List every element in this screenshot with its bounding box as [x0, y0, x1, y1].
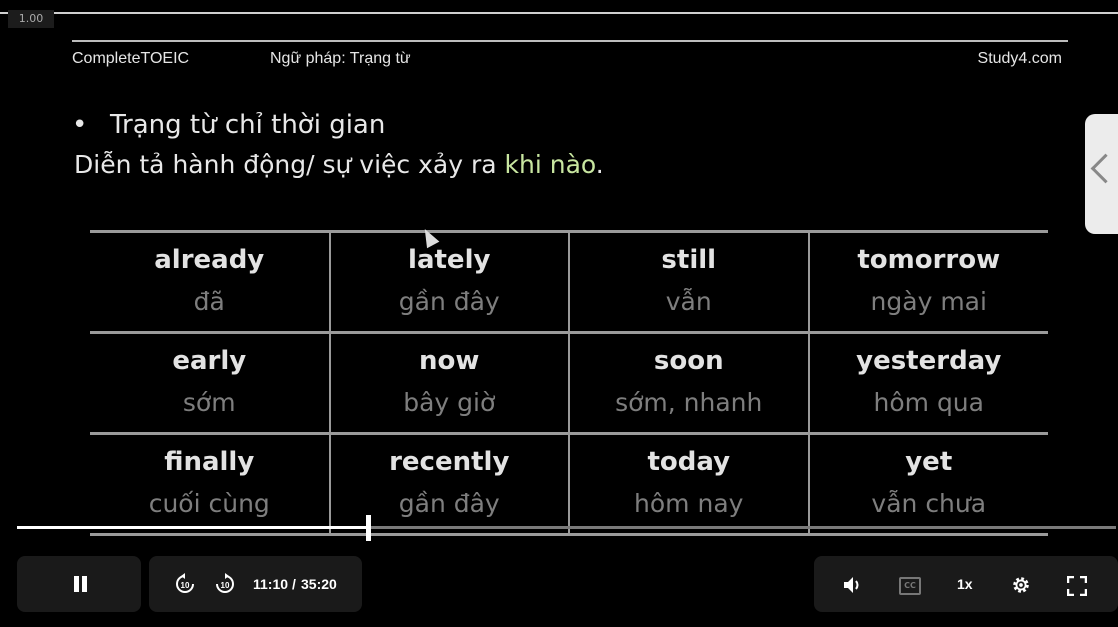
adverb-vietnamese: vẫn: [665, 287, 712, 316]
chevron-left-icon: [1090, 153, 1118, 184]
playback-rate-button[interactable]: 1x: [957, 576, 973, 592]
time-separator: /: [292, 576, 296, 592]
fullscreen-icon: [1067, 576, 1087, 596]
pause-button[interactable]: [73, 576, 89, 592]
adverb-english: yet: [905, 447, 953, 477]
adverb-vietnamese: hôm qua: [873, 388, 984, 417]
adverb-vietnamese: sớm, nhanh: [615, 388, 763, 417]
adverb-english: recently: [389, 447, 510, 477]
fullscreen-button[interactable]: [1067, 576, 1087, 596]
table-cell: early sớm: [90, 331, 331, 435]
slide-header-topic: Ngữ pháp: Trạng từ: [270, 50, 411, 67]
table-cell: yesterday hôm qua: [807, 331, 1048, 435]
adverb-table: already đã lately gần đây still vẫn tomorrow ng…: [90, 230, 1048, 536]
volume-wave-icon: [855, 580, 859, 590]
time-total: 35:20: [301, 576, 337, 592]
rewind-arrow-icon: [181, 573, 185, 579]
table-cell: already đã: [90, 230, 331, 334]
gear-icon: [1013, 577, 1029, 593]
skip-back-label: 10: [181, 581, 190, 590]
video-frame[interactable]: 1.00 CompleteTOEIC Ngữ pháp: Trạng từ St…: [0, 0, 1118, 627]
adverb-vietnamese: sớm: [182, 388, 236, 417]
skip-back-10-button[interactable]: 10: [173, 572, 197, 596]
adverb-vietnamese: hôm nay: [634, 489, 744, 518]
table-row: early sớm now bây giờ soon sớm, nhanh yesterda…: [90, 331, 1048, 435]
adverb-vietnamese: gần đây: [398, 287, 500, 316]
captions-button[interactable]: CC: [899, 577, 921, 595]
adverb-vietnamese: gần đây: [398, 489, 500, 518]
adverb-english: already: [154, 245, 265, 275]
seek-bar-played: [17, 526, 368, 529]
adverb-english: early: [172, 346, 247, 376]
top-divider: [0, 12, 1118, 14]
adverb-vietnamese: vẫn chưa: [871, 489, 987, 518]
table-cell: still vẫn: [568, 230, 810, 334]
bullet-text: Trạng từ chỉ thời gian: [110, 110, 386, 140]
slide-bullet: • Trạng từ chỉ thời gian: [72, 110, 385, 140]
skip-forward-label: 10: [221, 581, 230, 590]
adverb-english: soon: [653, 346, 724, 376]
skip-forward-10-button[interactable]: 10: [213, 572, 237, 596]
speed-badge: 1.00: [8, 10, 54, 28]
adverb-english: still: [661, 245, 717, 275]
adverb-vietnamese: bây giờ: [403, 388, 496, 417]
description-prefix: Diễn tả hành động/ sự việc xảy ra: [74, 150, 505, 179]
adverb-english: tomorrow: [857, 245, 1001, 275]
description-suffix: .: [595, 150, 604, 179]
pause-icon: [74, 576, 79, 592]
description-highlight: khi nào: [504, 150, 596, 179]
table-cell: finally cuối cùng: [90, 432, 331, 536]
table-cell: soon sớm, nhanh: [568, 331, 810, 435]
volume-button[interactable]: [842, 575, 864, 595]
pause-icon-bar: [82, 576, 87, 592]
bullet-dot-icon: •: [72, 110, 88, 140]
time-current: 11:10: [253, 576, 289, 592]
slide-header-site: Study4.com: [977, 50, 1062, 67]
adverb-english: now: [419, 346, 480, 376]
slide-header-rule: [72, 40, 1068, 42]
slide-description: Diễn tả hành động/ sự việc xảy ra khi nà…: [74, 150, 604, 179]
slide-header-course: CompleteTOEIC: [72, 50, 190, 67]
adverb-english: lately: [408, 245, 491, 275]
volume-icon: [844, 577, 853, 593]
side-panel-toggle[interactable]: [1085, 114, 1118, 234]
adverb-vietnamese: ngày mai: [870, 287, 987, 316]
settings-button[interactable]: [1010, 574, 1032, 596]
adverb-english: yesterday: [856, 346, 1002, 376]
table-row: finally cuối cùng recently gần đây today hôm …: [90, 432, 1048, 536]
table-cell: lately gần đây: [328, 230, 570, 334]
seek-handle[interactable]: [365, 515, 371, 541]
table-cell: yet vẫn chưa: [807, 432, 1048, 536]
table-cell: today hôm nay: [568, 432, 810, 536]
seek-bar[interactable]: [17, 515, 1116, 541]
table-cell: tomorrow ngày mai: [807, 230, 1048, 334]
adverb-vietnamese: cuối cùng: [148, 489, 270, 518]
adverb-vietnamese: đã: [193, 287, 225, 316]
adverb-english: finally: [164, 447, 255, 477]
table-cell: now bây giờ: [328, 331, 570, 435]
adverb-english: today: [647, 447, 731, 477]
table-row: already đã lately gần đây still vẫn tomorrow ng…: [90, 230, 1048, 334]
forward-arrow-icon: [225, 573, 229, 579]
